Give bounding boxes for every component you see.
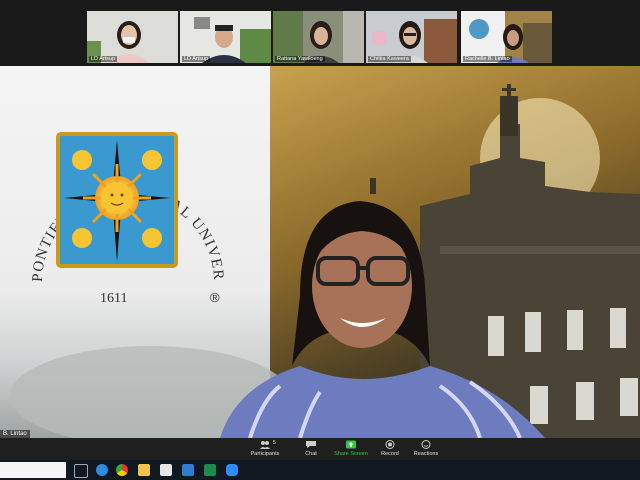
mail-icon[interactable] — [182, 464, 194, 476]
gallery-strip: LD Artsup LD Artsup Rattana Yawiloeng Ch… — [0, 0, 640, 66]
chat-button[interactable]: Chat — [300, 440, 322, 457]
reactions-label: Reactions — [413, 451, 439, 457]
participant-name: LD Artsup — [89, 56, 118, 62]
participant-tile-5[interactable]: Rachelle B. Lintao — [461, 11, 552, 63]
participant-name: LD Artsup — [182, 56, 211, 62]
participants-icon — [260, 441, 270, 449]
meeting-toolbar: 5 Participants Chat Share Screen Record … — [0, 438, 640, 460]
share-screen-icon — [346, 440, 356, 449]
participant-tile-2[interactable]: LD Artsup — [180, 11, 271, 63]
file-explorer-icon[interactable] — [138, 464, 150, 476]
participant-tile-1[interactable]: LD Artsup — [87, 11, 178, 63]
os-taskbar — [0, 460, 640, 480]
participant-tile-3[interactable]: Rattana Yawiloeng — [273, 11, 364, 63]
participants-label: Participants — [250, 451, 280, 457]
store-icon[interactable] — [160, 464, 172, 476]
active-speaker-video[interactable]: PONTIFICAL AND ROYAL UNIVERSITY OF SANTO… — [0, 66, 640, 438]
record-button[interactable]: Record — [378, 440, 402, 457]
reactions-button[interactable]: Reactions — [412, 440, 440, 457]
speaker-name-label: B. Lintao — [0, 430, 30, 438]
chat-label: Chat — [305, 451, 317, 457]
record-icon — [385, 440, 395, 449]
registered-mark: ® — [210, 290, 220, 305]
participant-tile-4[interactable]: Chittia Kaweera — [366, 11, 457, 63]
excel-icon[interactable] — [204, 464, 216, 476]
record-label: Record — [381, 451, 399, 457]
reactions-icon — [421, 440, 431, 449]
participant-name: Chittia Kaweera — [368, 56, 411, 62]
background-illustration: PONTIFICAL AND ROYAL UNIVERSITY OF SANTO… — [0, 66, 640, 438]
zoom-icon[interactable] — [226, 464, 238, 476]
participants-button[interactable]: 5 Participants — [248, 440, 282, 457]
participants-count: 5 — [273, 440, 276, 446]
search-box[interactable] — [0, 462, 66, 478]
share-screen-label: Share Screen — [334, 451, 368, 457]
edge-icon[interactable] — [96, 464, 108, 476]
chat-icon — [306, 441, 316, 448]
seal-year: 1611 — [100, 291, 127, 306]
participant-name: Rattana Yawiloeng — [275, 56, 325, 62]
share-screen-button[interactable]: Share Screen — [333, 440, 369, 457]
chrome-icon[interactable] — [116, 464, 128, 476]
task-view-icon[interactable] — [74, 464, 88, 478]
participant-name: Rachelle B. Lintao — [463, 56, 512, 62]
